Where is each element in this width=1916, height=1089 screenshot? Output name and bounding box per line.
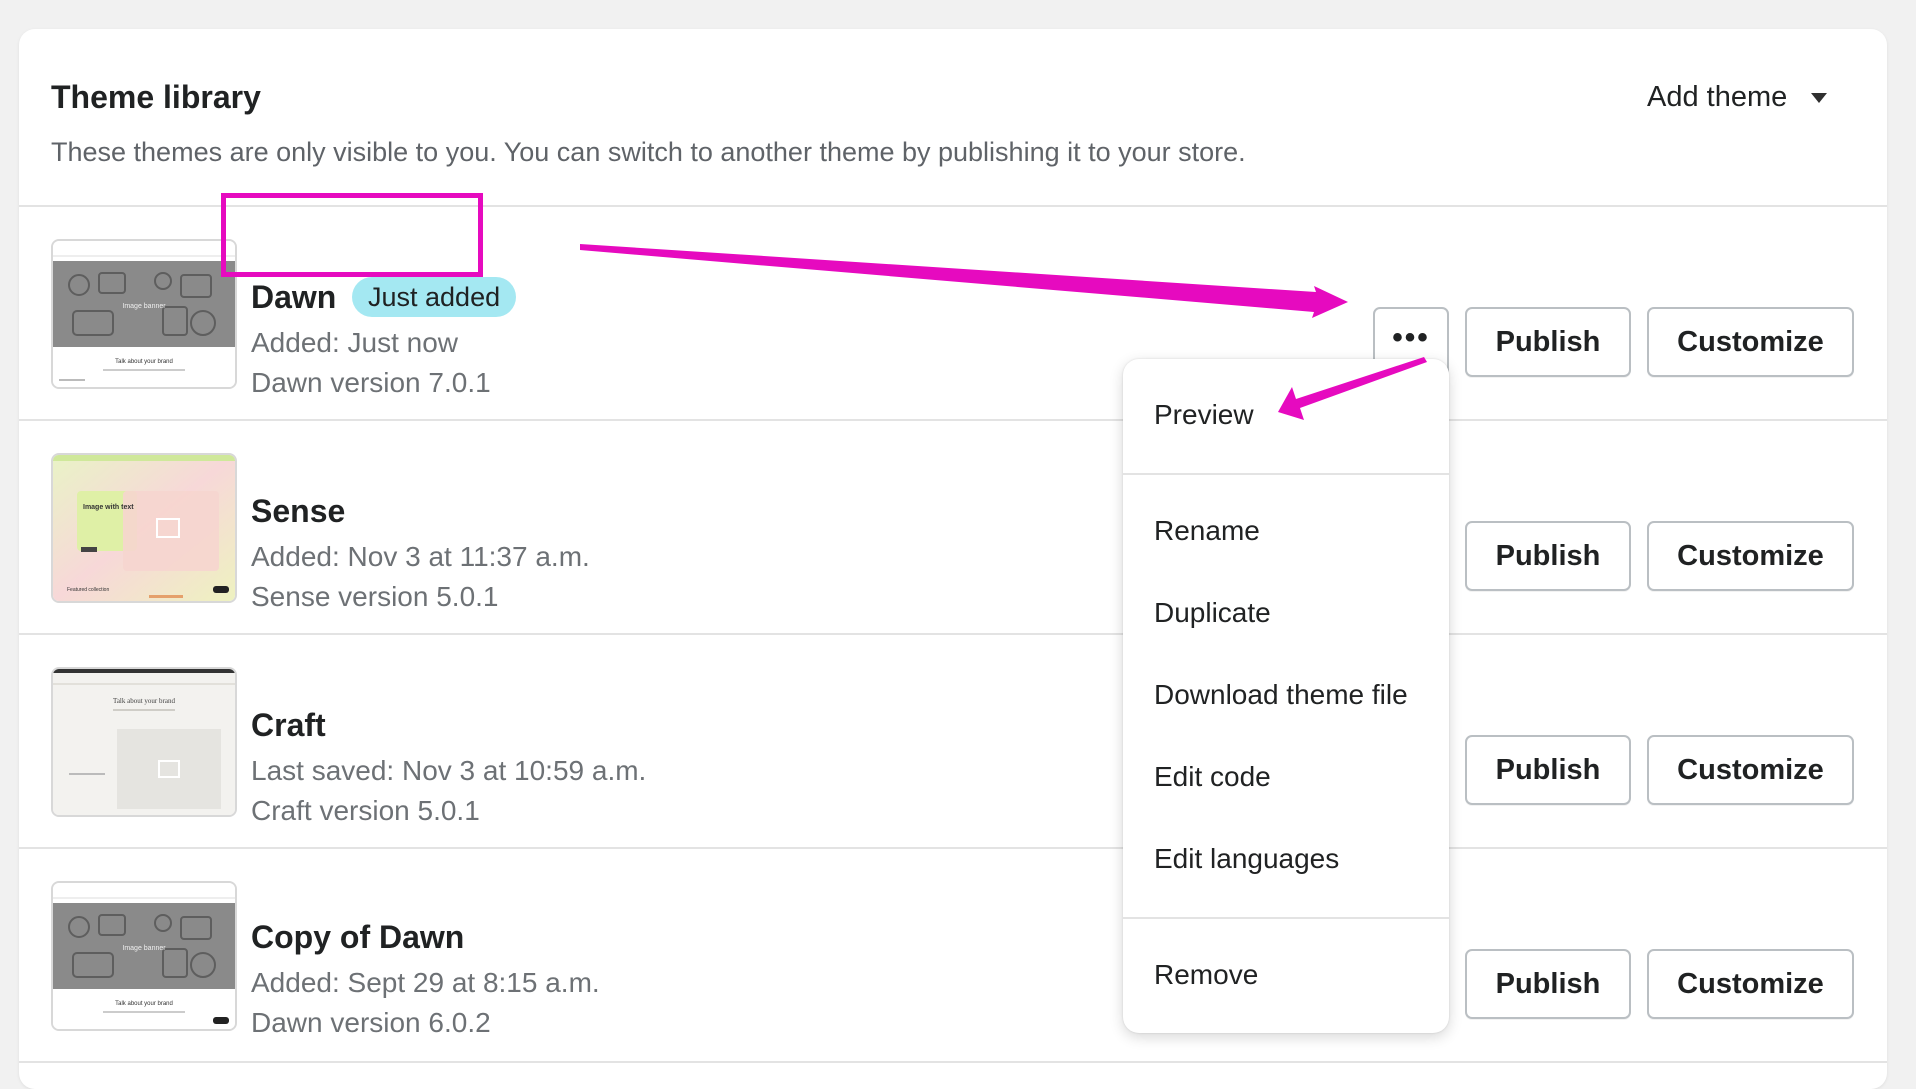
- menu-item-duplicate[interactable]: Duplicate: [1154, 597, 1271, 629]
- theme-row-craft: Talk about your brand Craft Last saved: …: [19, 635, 1887, 849]
- more-actions-icon: •••: [1392, 321, 1430, 354]
- customize-button[interactable]: Customize: [1647, 735, 1854, 805]
- publish-button[interactable]: Publish: [1465, 949, 1631, 1019]
- theme-saved: Last saved: Nov 3 at 10:59 a.m.: [251, 755, 647, 786]
- sense-footer-text: Featured collection: [67, 587, 109, 593]
- menu-item-edit-languages[interactable]: Edit languages: [1154, 843, 1339, 875]
- theme-name: Copy of Dawn: [251, 919, 465, 955]
- menu-item-preview[interactable]: Preview: [1154, 399, 1254, 431]
- copy-footer-text: Talk about your brand: [115, 1001, 173, 1007]
- customize-label: Customize: [1677, 325, 1824, 358]
- theme-row-copy-of-dawn: Image banner Talk about your brand Copy …: [19, 849, 1887, 1063]
- publish-label: Publish: [1495, 325, 1601, 358]
- menu-item-rename[interactable]: Rename: [1154, 515, 1260, 547]
- theme-actions-menu: Preview Rename Duplicate Download theme …: [1123, 359, 1449, 1033]
- dawn-footer-text: Talk about your brand: [115, 359, 173, 365]
- craft-heading-text: Talk about your brand: [113, 697, 175, 705]
- copy-of-dawn-preview-image: Image banner Talk about your brand: [53, 883, 235, 1029]
- customize-label: Customize: [1677, 753, 1824, 786]
- copy-banner-text: Image banner: [122, 945, 166, 952]
- publish-label: Publish: [1495, 539, 1601, 572]
- page-title: Theme library: [51, 79, 261, 115]
- customize-button[interactable]: Customize: [1647, 949, 1854, 1019]
- theme-name: Dawn: [251, 279, 337, 315]
- status-badge: Just added: [352, 277, 517, 317]
- customize-button[interactable]: Customize: [1647, 521, 1854, 591]
- sense-heading-text: Image with text: [83, 504, 134, 511]
- theme-added: Added: Just now: [251, 327, 459, 358]
- publish-button[interactable]: Publish: [1465, 521, 1631, 591]
- theme-added: Added: Sept 29 at 8:15 a.m.: [251, 967, 600, 998]
- theme-thumbnail-copy-of-dawn[interactable]: Image banner Talk about your brand: [51, 881, 237, 1031]
- theme-version: Sense version 5.0.1: [251, 581, 499, 612]
- theme-version: Craft version 5.0.1: [251, 795, 480, 826]
- add-theme-label: Add theme: [1647, 81, 1788, 113]
- dawn-banner-text: Image banner: [122, 303, 166, 310]
- publish-label: Publish: [1495, 967, 1601, 1000]
- publish-label: Publish: [1495, 753, 1601, 786]
- menu-item-edit-code[interactable]: Edit code: [1154, 761, 1271, 793]
- annotation-highlight-box: [221, 193, 483, 277]
- theme-library-header: Theme library These themes are only visi…: [19, 29, 1887, 207]
- menu-divider: [1123, 473, 1449, 475]
- customize-label: Customize: [1677, 967, 1824, 1000]
- publish-button[interactable]: Publish: [1465, 307, 1631, 377]
- sense-preview-image: Image with text Featured collection: [53, 455, 235, 601]
- theme-version: Dawn version 7.0.1: [251, 367, 491, 398]
- theme-name: Craft: [251, 707, 326, 743]
- craft-preview-image: Talk about your brand: [53, 669, 235, 815]
- add-theme-button[interactable]: Add theme: [1647, 81, 1828, 114]
- theme-row-sense: Image with text Featured collection Sens…: [19, 421, 1887, 635]
- menu-item-download-theme-file[interactable]: Download theme file: [1154, 679, 1408, 711]
- customize-label: Customize: [1677, 539, 1824, 572]
- menu-divider: [1123, 917, 1449, 919]
- dawn-preview-image: Image banner Talk about your brand: [53, 241, 235, 387]
- publish-button[interactable]: Publish: [1465, 735, 1631, 805]
- customize-button[interactable]: Customize: [1647, 307, 1854, 377]
- theme-thumbnail-dawn[interactable]: Image banner Talk about your brand: [51, 239, 237, 389]
- theme-version: Dawn version 6.0.2: [251, 1007, 491, 1038]
- theme-added: Added: Nov 3 at 11:37 a.m.: [251, 541, 590, 572]
- theme-library-card: Theme library These themes are only visi…: [19, 29, 1887, 1089]
- caret-down-icon: [1811, 92, 1828, 103]
- theme-thumbnail-craft[interactable]: Talk about your brand: [51, 667, 237, 817]
- menu-item-remove[interactable]: Remove: [1154, 959, 1258, 991]
- theme-thumbnail-sense[interactable]: Image with text Featured collection: [51, 453, 237, 603]
- page-subtitle: These themes are only visible to you. Yo…: [51, 137, 1246, 167]
- theme-name: Sense: [251, 493, 346, 529]
